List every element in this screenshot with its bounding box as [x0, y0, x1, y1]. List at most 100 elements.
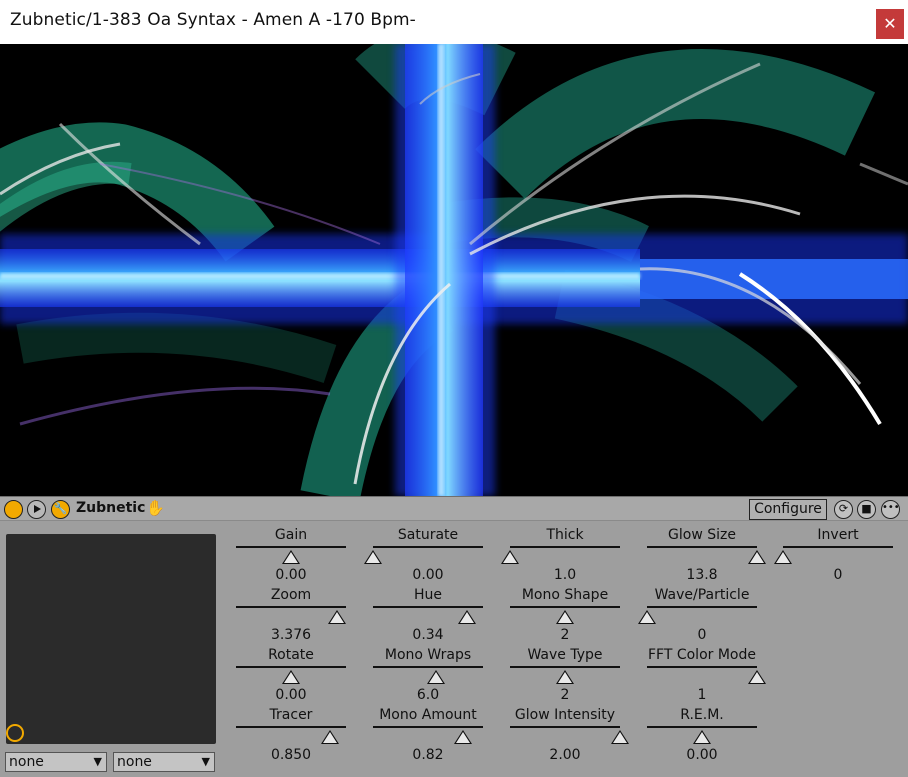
- param-value: 1.0: [553, 567, 577, 583]
- param-mono-amount[interactable]: Mono Amount 0.82: [368, 706, 488, 763]
- slider-track[interactable]: [510, 546, 620, 548]
- param-label: Saturate: [397, 527, 459, 543]
- param-label: Glow Size: [668, 527, 736, 543]
- param-label: Glow Intensity: [514, 707, 616, 723]
- slider-thumb-icon[interactable]: [774, 550, 792, 564]
- select-value: none: [9, 754, 44, 770]
- slider-track[interactable]: [647, 606, 757, 608]
- param-label: Mono Amount: [379, 707, 477, 723]
- slider-thumb-icon[interactable]: [328, 610, 347, 624]
- slider-thumb-icon[interactable]: [282, 550, 300, 564]
- slider-track[interactable]: [647, 546, 757, 548]
- param-zoom[interactable]: Zoom 3.376: [231, 586, 351, 643]
- slider-track[interactable]: [373, 546, 483, 548]
- slider-thumb-icon[interactable]: [748, 670, 766, 684]
- param-glow-size[interactable]: Glow Size 13.8: [642, 526, 766, 583]
- slider-thumb-icon[interactable]: [364, 550, 382, 564]
- slider-track[interactable]: [373, 726, 483, 728]
- source-select-2[interactable]: none ▼: [113, 752, 215, 772]
- source-select-1[interactable]: none ▼: [5, 752, 107, 772]
- slider-thumb-icon[interactable]: [282, 670, 300, 684]
- param-value: 0.00: [275, 687, 307, 703]
- param-label: Zoom: [270, 587, 312, 603]
- slider-thumb-icon[interactable]: [556, 670, 574, 684]
- slider-track[interactable]: [373, 666, 483, 668]
- visualizer-canvas: [0, 44, 908, 496]
- param-value: 1: [697, 687, 707, 703]
- param-label: R.E.M.: [680, 707, 724, 723]
- param-invert[interactable]: Invert 0: [774, 526, 898, 583]
- param-glow-intensity[interactable]: Glow Intensity 2.00: [505, 706, 629, 763]
- slider-thumb-icon[interactable]: [638, 610, 656, 624]
- param-value: 0: [697, 627, 707, 643]
- param-thick[interactable]: Thick 1.0: [501, 526, 625, 583]
- slider-thumb-icon[interactable]: [320, 730, 339, 744]
- play-icon[interactable]: [27, 500, 46, 519]
- power-icon[interactable]: [4, 500, 23, 519]
- param-wave-particle[interactable]: Wave/Particle 0: [638, 586, 762, 643]
- param-value: 2: [560, 687, 570, 703]
- param-wave-type[interactable]: Wave Type 2: [505, 646, 625, 703]
- param-value: 2: [560, 627, 570, 643]
- param-label: Rotate: [268, 647, 314, 663]
- slider-track[interactable]: [647, 726, 757, 728]
- param-gain[interactable]: Gain 0.00: [231, 526, 351, 583]
- device-name: Zubnetic: [76, 500, 146, 516]
- slider-track[interactable]: [236, 606, 346, 608]
- slider-track[interactable]: [236, 546, 346, 548]
- select-value: none: [117, 754, 152, 770]
- slider-thumb-icon[interactable]: [748, 550, 766, 564]
- param-r-e-m[interactable]: R.E.M. 0.00: [642, 706, 762, 763]
- circle-indicator-icon: [6, 724, 24, 742]
- param-value: 0.00: [275, 567, 307, 583]
- slider-track[interactable]: [236, 726, 346, 728]
- slider-thumb-icon[interactable]: [693, 730, 711, 744]
- dropdown-arrow-icon: ▼: [201, 755, 210, 768]
- param-value: 0.00: [686, 747, 718, 763]
- slider-thumb-icon[interactable]: [457, 610, 476, 624]
- device-panel: 🔧 Zubnetic ✋ Configure ⟳ ■ ••• none ▼ no…: [0, 496, 908, 777]
- slider-track[interactable]: [510, 666, 620, 668]
- param-hue[interactable]: Hue 0.34: [368, 586, 488, 643]
- slider-track[interactable]: [510, 606, 620, 608]
- param-mono-shape[interactable]: Mono Shape 2: [505, 586, 625, 643]
- param-value: 0.00: [412, 567, 444, 583]
- wrench-icon[interactable]: 🔧: [51, 500, 70, 519]
- param-label: Hue: [413, 587, 442, 603]
- param-label: Wave/Particle: [654, 587, 750, 603]
- param-mono-wraps[interactable]: Mono Wraps 6.0: [368, 646, 488, 703]
- slider-track[interactable]: [510, 726, 620, 728]
- title-bar: Zubnetic/1-383 Oa Syntax - Amen A -170 B…: [0, 0, 908, 44]
- param-tracer[interactable]: Tracer 0.850: [231, 706, 351, 763]
- param-rotate[interactable]: Rotate 0.00: [231, 646, 351, 703]
- slider-thumb-icon[interactable]: [556, 610, 574, 624]
- param-saturate[interactable]: Saturate 0.00: [364, 526, 488, 583]
- hand-icon[interactable]: ✋: [146, 499, 165, 517]
- window-title: Zubnetic/1-383 Oa Syntax - Amen A -170 B…: [10, 10, 416, 30]
- slider-thumb-icon[interactable]: [501, 550, 519, 564]
- param-value: 0: [833, 567, 843, 583]
- param-value: 6.0: [416, 687, 440, 703]
- cycle-icon[interactable]: ⟳: [834, 500, 853, 519]
- param-value: 0.82: [412, 747, 444, 763]
- device-header: 🔧 Zubnetic ✋ Configure ⟳ ■ •••: [0, 496, 908, 521]
- slider-track[interactable]: [783, 546, 893, 548]
- slider-thumb-icon[interactable]: [454, 730, 473, 744]
- save-icon[interactable]: ■: [857, 500, 876, 519]
- slider-track[interactable]: [647, 666, 757, 668]
- more-icon[interactable]: •••: [881, 500, 900, 519]
- param-label: FFT Color Mode: [647, 647, 756, 663]
- configure-button[interactable]: Configure: [749, 499, 827, 520]
- param-label: Mono Wraps: [384, 647, 472, 663]
- param-label: Tracer: [269, 707, 313, 723]
- slider-thumb-icon[interactable]: [426, 670, 445, 684]
- param-value: 0.850: [270, 747, 312, 763]
- param-value: 2.00: [549, 747, 581, 763]
- param-label: Gain: [274, 527, 308, 543]
- param-label: Invert: [817, 527, 859, 543]
- close-button[interactable]: ✕: [876, 9, 904, 39]
- param-fft-color-mode[interactable]: FFT Color Mode 1: [642, 646, 766, 703]
- slider-thumb-icon[interactable]: [611, 730, 629, 744]
- slider-track[interactable]: [236, 666, 346, 668]
- slider-track[interactable]: [373, 606, 483, 608]
